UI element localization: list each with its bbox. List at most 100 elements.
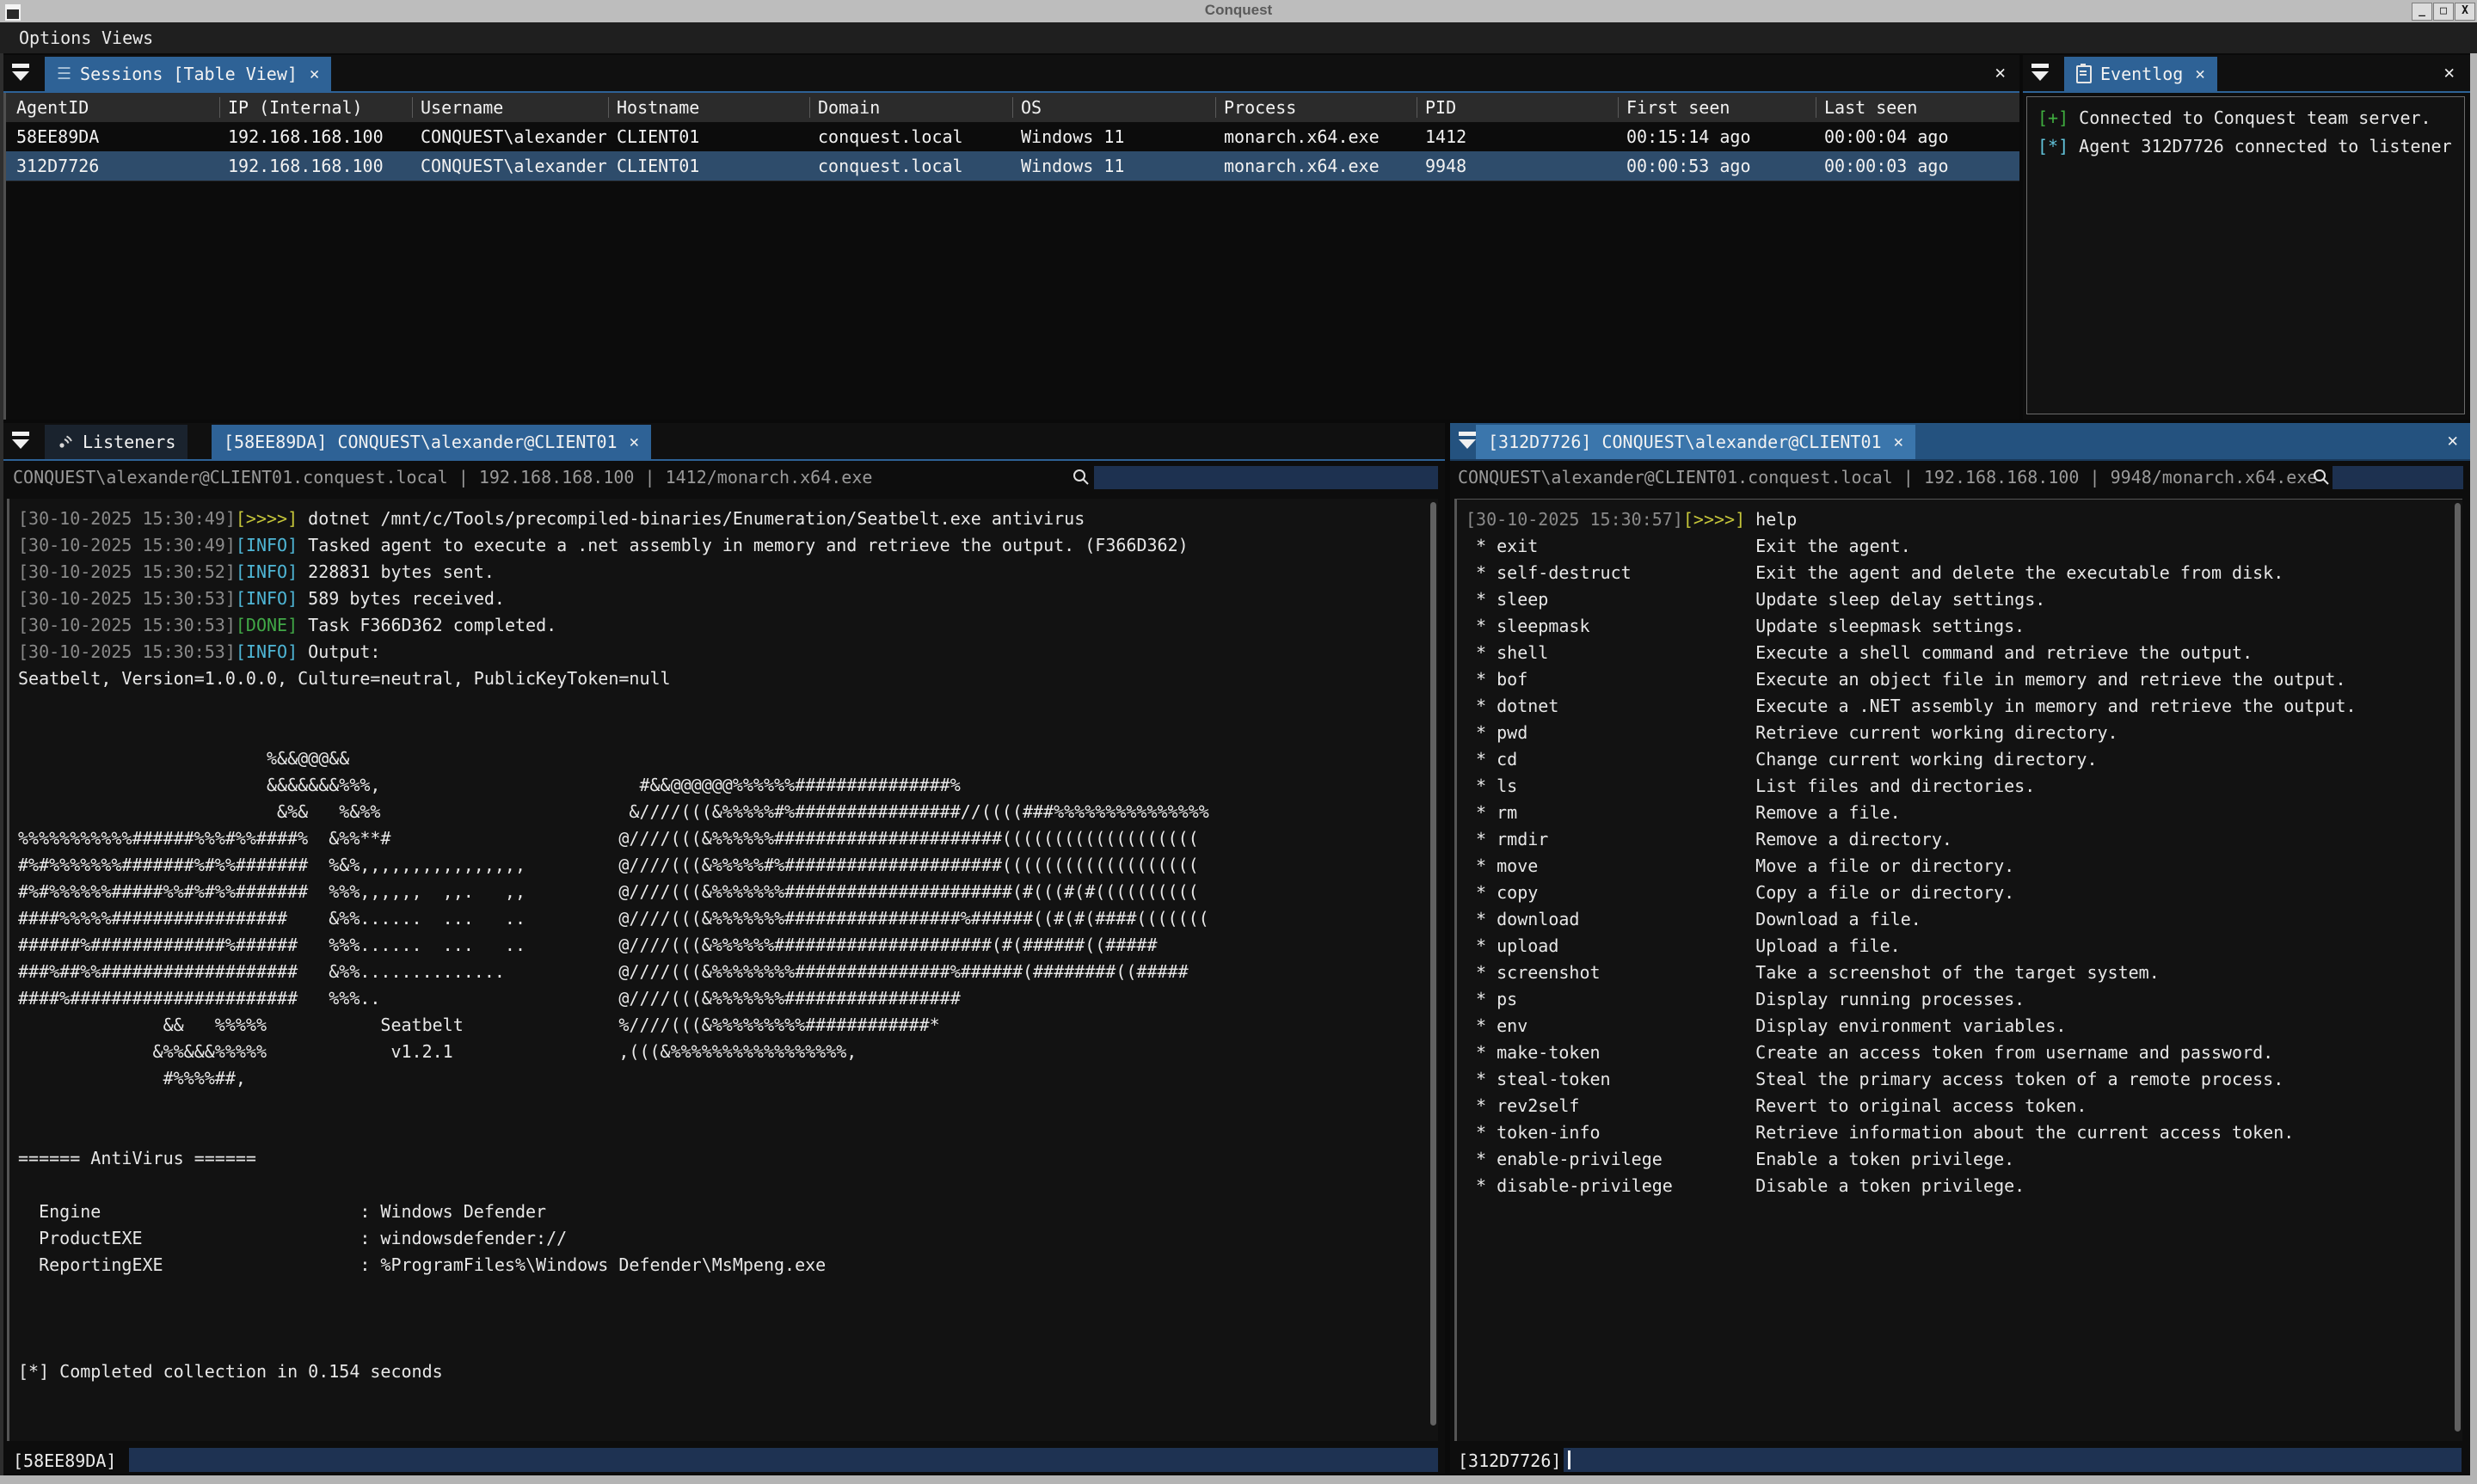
eventlog-panel-close-icon[interactable]: ✕ <box>2443 62 2455 83</box>
terminal-panel-close-icon[interactable]: ✕ <box>2447 430 2458 451</box>
column-header[interactable]: IP (Internal) <box>228 93 363 122</box>
command-input-312D7726[interactable] <box>1564 1448 2462 1472</box>
cell: Windows 11 <box>1021 122 1124 151</box>
terminal-text-line <box>18 692 1438 719</box>
menu-options[interactable]: Options <box>19 22 91 53</box>
cell: 1412 <box>1425 122 1466 151</box>
cell: 312D7726 <box>16 151 99 181</box>
terminal-text-line: ####%###################### %%%.. @////(… <box>18 985 1438 1012</box>
help-entry-dotnet: * dotnet Execute a .NET assembly in memo… <box>1466 693 2462 720</box>
terminal-text-line: #%#%%%%%%#####%%#%#%%####### %%%,,,,,, ,… <box>18 879 1438 905</box>
column-header[interactable]: AgentID <box>16 93 89 122</box>
column-header[interactable]: Username <box>421 93 503 122</box>
terminal-text-line <box>18 1092 1438 1119</box>
search-icon[interactable] <box>2312 468 2331 487</box>
cell: CONQUEST\alexander <box>421 151 607 181</box>
panel-dropdown-icon[interactable] <box>12 432 31 451</box>
column-separator <box>608 97 609 118</box>
help-entry-disable-privilege: * disable-privilege Disable a token priv… <box>1466 1173 2462 1199</box>
help-entry-sleepmask: * sleepmask Update sleepmask settings. <box>1466 613 2462 640</box>
help-entry-ps: * ps Display running processes. <box>1466 986 2462 1013</box>
cell: 00:00:53 ago <box>1626 151 1751 181</box>
column-header[interactable]: Hostname <box>617 93 699 122</box>
cell: Windows 11 <box>1021 151 1124 181</box>
session-row-58EE89DA[interactable]: 58EE89DA192.168.168.100CONQUEST\alexande… <box>6 122 2019 152</box>
tab-sessions-table-view[interactable]: ☰ Sessions [Table View] ✕ <box>45 57 331 91</box>
tab-session-312D7726[interactable]: [312D7726] CONQUEST\alexander@CLIENT01 ✕ <box>1476 425 1915 459</box>
session-row-312D7726[interactable]: 312D7726 192.168.168.100 CONQUEST\alexande… <box>6 151 2019 181</box>
column-separator <box>1215 97 1216 118</box>
terminal-output-58EE89DA: [30-10-2025 15:30:49][>>>>] dotnet /mnt/… <box>7 499 1438 1441</box>
close-icon[interactable]: ✕ <box>310 64 319 83</box>
cell: CONQUEST\alexander <box>421 122 607 151</box>
close-button[interactable]: X <box>2455 3 2475 21</box>
terminal-log-line: [30-10-2025 15:30:53][INFO] Output: <box>18 639 1438 665</box>
close-icon[interactable]: ✕ <box>1894 432 1903 451</box>
broadcast-icon <box>57 433 74 451</box>
column-header[interactable]: Process <box>1224 93 1296 122</box>
sessions-panel-header: ☰ Sessions [Table View] ✕ ✕ <box>3 55 2019 93</box>
minimize-button[interactable]: _ <box>2412 3 2432 21</box>
panel-dropdown-icon[interactable] <box>12 64 31 83</box>
column-header[interactable]: Last seen <box>1824 93 1917 122</box>
sessions-table-header: AgentID IP (Internal) Username Hostname Doma… <box>6 93 2019 122</box>
eventlog-badge: [+] <box>2038 107 2068 128</box>
terminal-text-line: Seatbelt, Version=1.0.0.0, Culture=neutr… <box>18 665 1438 692</box>
command-prompt-label: [312D7726] <box>1458 1448 1561 1474</box>
scrollbar-thumb[interactable] <box>2455 503 2461 1432</box>
window-titlebar[interactable]: Conquest _ □ X <box>0 0 2477 22</box>
terminal-log-line: [30-10-2025 15:30:53][INFO] 589 bytes re… <box>18 586 1438 612</box>
sessions-panel: ☰ Sessions [Table View] ✕ ✕ AgentID IP (I… <box>3 55 2019 420</box>
search-input[interactable] <box>1094 466 1438 489</box>
tab-eventlog[interactable]: Eventlog ✕ <box>2064 57 2217 91</box>
close-icon[interactable]: ✕ <box>2195 64 2204 83</box>
panel-dropdown-icon[interactable] <box>2031 64 2050 83</box>
menubar: Options Views <box>0 22 2477 53</box>
help-entry-move: * move Move a file or directory. <box>1466 853 2462 880</box>
terminal-text-line: ######%#############%###### %%%...... ..… <box>18 932 1438 959</box>
cell: 58EE89DA <box>16 122 99 151</box>
command-input-58EE89DA[interactable] <box>129 1448 1438 1472</box>
column-separator <box>809 97 810 118</box>
tab-label: Listeners <box>83 432 175 452</box>
search-icon[interactable] <box>1072 468 1091 487</box>
session-terminal-panel-58EE89DA: Listeners [58EE89DA] CONQUEST\alexander@… <box>3 423 1445 1474</box>
tab-label: Eventlog <box>2100 64 2183 84</box>
eventlog-output: [+] Connected to Conquest team server.[*… <box>2026 96 2465 414</box>
help-entry-copy: * copy Copy a file or directory. <box>1466 880 2462 906</box>
cell: 192.168.168.100 <box>228 151 384 181</box>
tab-listeners[interactable]: Listeners <box>45 425 187 459</box>
scrollbar-thumb[interactable] <box>1430 502 1436 1426</box>
column-header[interactable]: Domain <box>818 93 880 122</box>
menu-views[interactable]: Views <box>101 22 153 53</box>
help-entry-sleep: * sleep Update sleep delay settings. <box>1466 586 2462 613</box>
terminal-text-line: %&&@@@&& <box>18 745 1438 772</box>
maximize-button[interactable]: □ <box>2433 3 2454 21</box>
close-icon[interactable]: ✕ <box>630 432 639 451</box>
terminal-text-line: Engine : Windows Defender <box>18 1199 1438 1225</box>
cell: monarch.x64.exe <box>1224 122 1380 151</box>
terminal-text-line: ProductEXE : windowsdefender:// <box>18 1225 1438 1252</box>
column-header[interactable]: First seen <box>1626 93 1730 122</box>
list-icon: ☰ <box>57 64 71 83</box>
sessions-panel-close-icon[interactable]: ✕ <box>1995 62 2006 83</box>
column-header[interactable]: PID <box>1425 93 1456 122</box>
session-terminal-panel-312D7726: [312D7726] CONQUEST\alexander@CLIENT01 ✕… <box>1450 423 2470 1474</box>
terminal-text-line <box>18 1305 1438 1332</box>
terminal-text-line: ####%%%%%################# &%%...... ...… <box>18 905 1438 932</box>
help-entry-shell: * shell Execute a shell command and retr… <box>1466 640 2462 666</box>
terminal-text-line: ReportingEXE : %ProgramFiles%\Windows De… <box>18 1252 1438 1279</box>
cell: 00:00:04 ago <box>1824 122 1949 151</box>
panel-dropdown-icon[interactable] <box>1459 432 1478 451</box>
terminal-text-line: &%& %&%% &////(((&%%%%%#%###############… <box>18 799 1438 825</box>
column-header[interactable]: OS <box>1021 93 1042 122</box>
terminal-text-line: &%%&&&%%%%% v1.2.1 ,(((&%%%%%%%%%%%%%%%%… <box>18 1039 1438 1065</box>
tab-label: [58EE89DA] CONQUEST\alexander@CLIENT01 <box>224 432 618 452</box>
search-input[interactable] <box>2333 466 2463 489</box>
column-separator <box>1618 97 1619 118</box>
terminal-text-line: && %%%%% Seatbelt %////(((&%%%%%%%%%####… <box>18 1012 1438 1039</box>
eventlog-line: [+] Connected to Conquest team server. <box>2038 104 2454 132</box>
help-entry-token-info: * token-info Retrieve information about … <box>1466 1119 2462 1146</box>
column-separator <box>1012 97 1013 118</box>
tab-session-58EE89DA[interactable]: [58EE89DA] CONQUEST\alexander@CLIENT01 ✕ <box>212 425 651 459</box>
